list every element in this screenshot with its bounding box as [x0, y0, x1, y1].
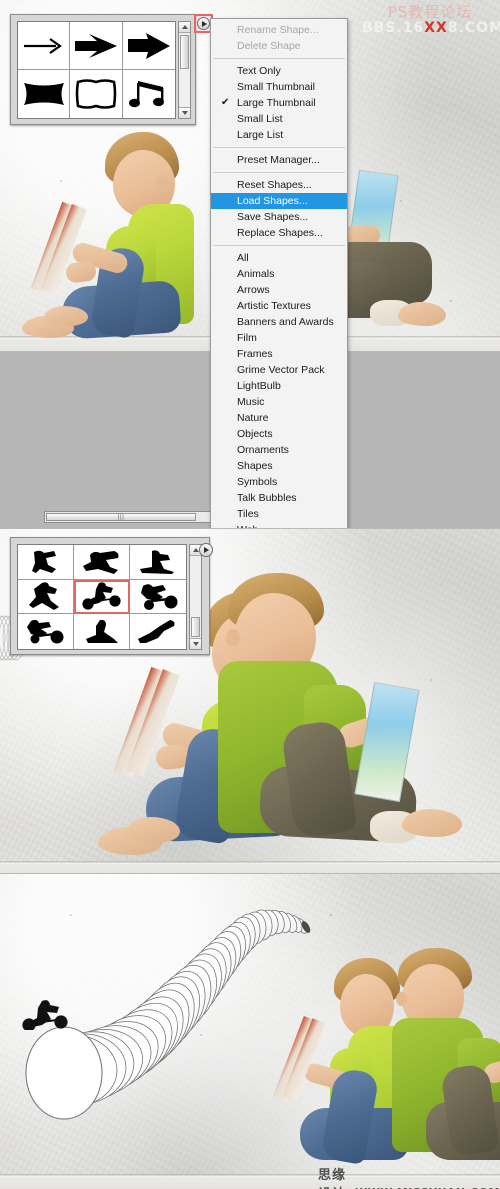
shape-picker-flyout-menu[interactable]: Rename Shape... Delete Shape Text Only S…	[210, 18, 348, 528]
step-2-screenshot	[0, 529, 500, 873]
shape-thumbnail-motocross[interactable]	[18, 614, 74, 649]
shape-grid-vertical-scrollbar[interactable]	[189, 544, 202, 650]
scroll-up-arrow-icon	[181, 25, 188, 29]
menu-item-preset-manager[interactable]: Preset Manager...	[211, 152, 347, 168]
shape-thumbnail-surfer[interactable]	[130, 545, 186, 580]
scroll-up-button[interactable]	[179, 22, 190, 33]
boy-left-figure	[10, 130, 195, 341]
menu-item-large-thumbnail[interactable]: ✔ Large Thumbnail	[211, 95, 347, 111]
menu-item-large-thumbnail-label: Large Thumbnail	[237, 97, 316, 109]
menu-item-text-only[interactable]: Text Only	[211, 63, 347, 79]
floor	[0, 864, 500, 873]
menu-separator	[213, 58, 345, 59]
shape-thumbnail-grid[interactable]	[17, 544, 187, 650]
shape-thumbnail-diver[interactable]	[74, 614, 130, 649]
flyout-menu-icon	[204, 547, 209, 553]
shape-thumbnail-pillow-banner[interactable]	[18, 70, 71, 118]
menu-item-lightbulb[interactable]: LightBulb	[211, 378, 347, 394]
boy-right-figure	[218, 573, 462, 865]
menu-item-grime-vector-pack[interactable]: Grime Vector Pack	[211, 362, 347, 378]
menu-item-replace-shapes[interactable]: Replace Shapes...	[211, 225, 347, 241]
menu-item-reset-shapes[interactable]: Reset Shapes...	[211, 177, 347, 193]
menu-item-artistic-textures[interactable]: Artistic Textures	[211, 298, 347, 314]
shape-thumbnail-grid[interactable]	[17, 21, 176, 119]
scroll-up-arrow-icon	[192, 548, 199, 552]
shape-thumbnail-rough-frame[interactable]	[70, 70, 123, 118]
custom-shape-picker-panel-2[interactable]	[10, 537, 210, 655]
shape-thumbnail-snowboarder[interactable]	[74, 545, 130, 580]
menu-item-music[interactable]: Music	[211, 394, 347, 410]
menu-item-all[interactable]: All	[211, 250, 347, 266]
scroll-down-arrow-icon	[181, 111, 188, 115]
screenshot-root: ||| Rename Shape... Delete Shape Text On…	[0, 0, 500, 1189]
menu-item-arrows[interactable]: Arrows	[211, 282, 347, 298]
horizontal-scrollbar-thumb[interactable]: |||	[46, 513, 196, 521]
scroll-down-button[interactable]	[179, 107, 190, 118]
menu-item-rename-shape[interactable]: Rename Shape...	[211, 22, 347, 38]
flyout-menu-icon	[201, 20, 207, 27]
scroll-down-button[interactable]	[190, 638, 201, 649]
menu-item-frames[interactable]: Frames	[211, 346, 347, 362]
scroll-down-arrow-icon	[192, 642, 199, 646]
menu-item-objects[interactable]: Objects	[211, 426, 347, 442]
shape-thumbnail-wakeboarder[interactable]	[130, 614, 186, 649]
menu-item-talk-bubbles[interactable]: Talk Bubbles	[211, 490, 347, 506]
shape-thumbnail-bold-arrow[interactable]	[122, 22, 175, 70]
horizontal-scrollbar[interactable]: |||	[44, 511, 212, 523]
menu-item-shapes[interactable]: Shapes	[211, 458, 347, 474]
menu-separator	[213, 172, 345, 173]
menu-item-animals[interactable]: Animals	[211, 266, 347, 282]
check-icon: ✔	[221, 97, 230, 108]
shape-thumbnail-eighth-note[interactable]	[122, 70, 175, 118]
vertical-scrollbar-thumb[interactable]	[191, 617, 200, 637]
bmx-rider-shape-on-canvas	[16, 998, 72, 1032]
vertical-scrollbar-thumb[interactable]	[180, 35, 189, 69]
menu-item-large-list[interactable]: Large List	[211, 127, 347, 143]
flyout-menu-button-2[interactable]	[199, 543, 213, 557]
shape-grid-vertical-scrollbar[interactable]	[178, 21, 191, 119]
menu-item-small-list[interactable]: Small List	[211, 111, 347, 127]
menu-separator	[213, 147, 345, 148]
step-1-screenshot: ||| Rename Shape... Delete Shape Text On…	[0, 0, 500, 528]
menu-item-save-shapes[interactable]: Save Shapes...	[211, 209, 347, 225]
menu-item-tiles[interactable]: Tiles	[211, 506, 347, 522]
tube-end-circle	[25, 1026, 103, 1120]
shape-thumbnail-bmx-rider-selected[interactable]	[74, 579, 130, 615]
custom-shape-picker-panel-1[interactable]	[10, 14, 196, 125]
menu-item-ornaments[interactable]: Ornaments	[211, 442, 347, 458]
flyout-menu-button-1[interactable]	[197, 17, 210, 30]
menu-item-symbols[interactable]: Symbols	[211, 474, 347, 490]
shape-thumbnail-skateboarder[interactable]	[18, 545, 74, 580]
shape-thumbnail-thin-arrow[interactable]	[18, 22, 71, 70]
menu-item-load-shapes[interactable]: Load Shapes...	[211, 193, 347, 209]
menu-separator	[213, 245, 345, 246]
boy-right-figure	[392, 948, 500, 1183]
menu-item-banners-and-awards[interactable]: Banners and Awards	[211, 314, 347, 330]
step-3-screenshot: 思缘设计论坛 WWW.MISSYUAN.COM	[0, 874, 500, 1189]
shape-thumbnail-block-arrow[interactable]	[70, 22, 123, 70]
shape-thumbnail-inline-skater[interactable]	[18, 579, 74, 615]
menu-item-nature[interactable]: Nature	[211, 410, 347, 426]
shape-thumbnail-atv-rider[interactable]	[130, 579, 186, 615]
menu-item-film[interactable]: Film	[211, 330, 347, 346]
menu-item-delete-shape[interactable]: Delete Shape	[211, 38, 347, 54]
menu-item-small-thumbnail[interactable]: Small Thumbnail	[211, 79, 347, 95]
